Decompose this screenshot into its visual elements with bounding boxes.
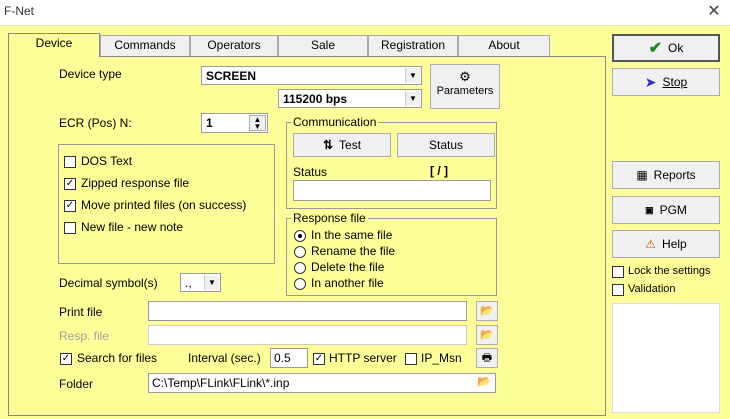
tab-sale[interactable]: Sale: [278, 35, 368, 56]
preview-area: [612, 303, 720, 413]
baud-rate-value: 115200 bps: [283, 92, 348, 106]
ok-label: Ok: [668, 41, 684, 55]
test-arrows-icon: ⇅: [322, 138, 334, 152]
close-icon[interactable]: ✕: [704, 2, 724, 22]
tab-device[interactable]: Device: [8, 33, 100, 57]
response-file-title: Response file: [291, 211, 368, 225]
same-file-label: In the same file: [311, 228, 393, 242]
zipped-response-label: Zipped response file: [81, 176, 190, 190]
parameters-label: Parameters: [436, 85, 494, 97]
pgm-label: PGM: [659, 203, 687, 217]
dos-text-label: DOS Text: [81, 154, 133, 168]
spinner-arrows-icon[interactable]: ▲ ▼: [249, 115, 266, 131]
resp-file-label: Resp. file: [59, 329, 110, 343]
parameters-button[interactable]: ⚙ Parameters: [430, 64, 500, 109]
validation-checkbox[interactable]: [612, 284, 624, 296]
printer-icon[interactable]: 🖶: [476, 348, 498, 368]
new-file-checkbox[interactable]: [64, 222, 76, 234]
decimal-label: Decimal symbol(s): [59, 276, 158, 290]
help-button[interactable]: ⚠ Help: [612, 230, 720, 258]
move-printed-label: Move printed files (on success): [81, 198, 247, 212]
parameters-icon: ⚙: [459, 69, 471, 84]
another-file-label: In another file: [311, 276, 384, 290]
chevron-down-icon: ▼: [405, 68, 420, 83]
ecr-spinner[interactable]: 1 ▲ ▼: [201, 113, 268, 133]
search-files-checkbox[interactable]: ✓: [60, 353, 72, 365]
window-title: F-Net: [4, 4, 34, 18]
folder-value: C:\Temp\FLink\FLink\*.inp: [152, 376, 290, 390]
lock-settings-checkbox[interactable]: [612, 266, 624, 278]
stop-arrow-icon: ➤: [644, 73, 657, 90]
reports-icon: ▦: [636, 168, 648, 182]
folder-open-icon[interactable]: 📂: [475, 375, 493, 391]
same-file-radio[interactable]: [294, 230, 306, 242]
new-file-label: New file - new note: [81, 220, 184, 234]
status-button[interactable]: Status: [397, 133, 495, 157]
delete-file-radio[interactable]: [294, 262, 306, 274]
dos-text-checkbox[interactable]: [64, 156, 76, 168]
status-label: Status: [293, 165, 328, 179]
print-file-input[interactable]: [148, 301, 467, 321]
rename-file-label: Rename the file: [311, 244, 396, 258]
test-label: Test: [339, 138, 362, 152]
interval-input[interactable]: 0.5: [270, 348, 308, 368]
ip-msn-checkbox[interactable]: [405, 353, 417, 365]
move-printed-checkbox[interactable]: ✓: [64, 200, 76, 212]
test-button[interactable]: ⇅ Test: [293, 133, 391, 157]
status-field[interactable]: [293, 180, 491, 201]
lock-settings-label: Lock the settings: [628, 265, 711, 277]
ip-msn-label: IP_Msn: [421, 351, 462, 365]
tab-commands[interactable]: Commands: [100, 35, 190, 56]
search-files-label: Search for files: [77, 351, 158, 365]
reports-button[interactable]: ▦ Reports: [612, 161, 720, 189]
decimal-value: .,: [185, 276, 192, 290]
tab-operators[interactable]: Operators: [190, 35, 278, 56]
decimal-select[interactable]: ., ▼: [180, 273, 221, 292]
delete-file-label: Delete the file: [311, 260, 385, 274]
help-label: Help: [662, 237, 687, 251]
ecr-value: 1: [206, 116, 213, 130]
pgm-icon: ▣: [645, 204, 654, 215]
interval-label: Interval (sec.): [188, 351, 261, 365]
ecr-label: ECR (Pos) N:: [59, 116, 132, 130]
check-icon: ✔: [648, 40, 663, 57]
another-file-radio[interactable]: [294, 278, 306, 290]
status-indicator: [ / ]: [430, 164, 448, 178]
tab-about[interactable]: About: [458, 35, 550, 56]
zipped-response-checkbox[interactable]: ✓: [64, 178, 76, 190]
chevron-down-icon: ▼: [204, 275, 219, 290]
stop-label: Stop: [662, 75, 688, 89]
validation-label: Validation: [628, 283, 676, 295]
chevron-down-icon: ▼: [405, 91, 420, 106]
interval-value: 0.5: [274, 351, 291, 365]
device-type-select[interactable]: SCREEN ▼: [201, 66, 422, 85]
rename-file-radio[interactable]: [294, 246, 306, 258]
folder-label: Folder: [59, 377, 94, 391]
baud-rate-select[interactable]: 115200 bps ▼: [278, 89, 422, 108]
title-bar: F-Net ✕: [0, 0, 730, 26]
pgm-button[interactable]: ▣ PGM: [612, 196, 720, 224]
communication-title: Communication: [291, 115, 379, 129]
folder-input[interactable]: C:\Temp\FLink\FLink\*.inp 📂: [148, 373, 496, 393]
reports-label: Reports: [653, 168, 696, 182]
print-file-label: Print file: [59, 305, 103, 319]
resp-file-folder-icon[interactable]: 📂: [476, 325, 498, 345]
http-server-label: HTTP server: [329, 351, 397, 365]
help-icon: ⚠: [645, 237, 657, 251]
tab-registration[interactable]: Registration: [368, 35, 458, 56]
device-type-label: Device type: [59, 67, 122, 81]
print-file-folder-icon[interactable]: 📂: [476, 301, 498, 321]
ok-button[interactable]: ✔ Ok: [612, 34, 720, 62]
stop-button[interactable]: ➤ Stop: [612, 68, 720, 96]
device-type-value: SCREEN: [206, 69, 257, 83]
resp-file-input[interactable]: [148, 325, 467, 345]
http-server-checkbox[interactable]: ✓: [313, 353, 325, 365]
